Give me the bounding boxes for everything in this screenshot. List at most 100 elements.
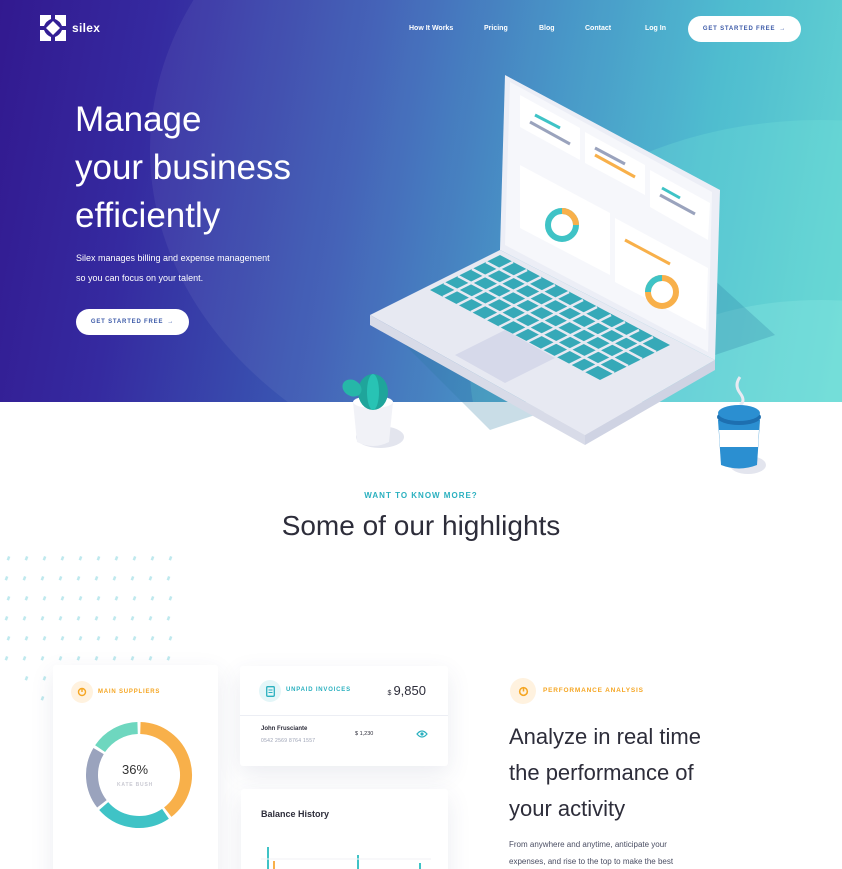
- nav-link-contact[interactable]: Contact: [585, 25, 611, 32]
- pattern-dot: [94, 616, 99, 621]
- pattern-dot: [22, 616, 27, 621]
- pattern-dot: [58, 616, 63, 621]
- main-suppliers-card[interactable]: MAIN SUPPLIERS 36% KATE BUSH: [53, 665, 218, 869]
- nav-cta-label: GET STARTED FREE: [702, 26, 776, 32]
- pattern-dot: [6, 556, 11, 561]
- highlights-title: Some of our highlights: [281, 510, 561, 541]
- pattern-dot: [168, 556, 173, 561]
- pattern-dot: [4, 656, 9, 661]
- pattern-dot: [22, 576, 27, 581]
- pattern-dot: [166, 616, 171, 621]
- pattern-dot: [42, 676, 47, 681]
- balance-bar: [357, 855, 359, 869]
- nav-link-blog[interactable]: Blog: [539, 25, 555, 32]
- nav-link-how-it-works[interactable]: How It Works: [409, 25, 453, 32]
- pie-chart-icon: [510, 678, 536, 704]
- pattern-dot: [6, 636, 11, 641]
- pattern-dot: [150, 556, 155, 561]
- balance-bar: [419, 863, 421, 869]
- performance-description-line: expenses, and rise to the top to make th…: [509, 857, 674, 866]
- pattern-dot: [150, 636, 155, 641]
- pattern-dot: [22, 656, 27, 661]
- pattern-dot: [78, 636, 83, 641]
- performance-description: From anywhere and anytime, anticipate yo…: [509, 836, 719, 869]
- pattern-dot: [4, 576, 9, 581]
- pattern-dot: [150, 596, 155, 601]
- pattern-dot: [60, 556, 65, 561]
- pattern-dot: [24, 556, 29, 561]
- pattern-dot: [96, 556, 101, 561]
- eye-icon[interactable]: [416, 729, 428, 739]
- main-suppliers-label: MAIN SUPPLIERS: [98, 689, 161, 695]
- brand-logo[interactable]: silex: [40, 15, 100, 41]
- pattern-dot: [40, 656, 45, 661]
- hero-title-line: efficiently: [75, 196, 221, 235]
- pattern-dot: [168, 636, 173, 641]
- pattern-dot: [130, 576, 135, 581]
- pattern-dot: [96, 596, 101, 601]
- performance-title-line: your activity: [509, 796, 626, 821]
- pattern-dot: [42, 556, 47, 561]
- nav-link-pricing[interactable]: Pricing: [484, 25, 508, 32]
- invoice-client-phone: 0542 2569 8764 1557: [261, 738, 316, 744]
- donut-percent: 36%: [121, 762, 149, 777]
- pattern-dot: [168, 596, 173, 601]
- hero-subtitle-line: Silex manages billing and expense manage…: [76, 253, 270, 263]
- pattern-dot: [148, 616, 153, 621]
- hero-cta-label: GET STARTED FREE: [90, 319, 164, 325]
- balance-history-card[interactable]: Balance History: [241, 789, 448, 869]
- arrow-right-icon: →: [167, 319, 175, 325]
- balance-history-chart: [261, 847, 431, 869]
- pattern-dot: [94, 656, 99, 661]
- pattern-dot: [132, 636, 137, 641]
- pattern-dot: [24, 596, 29, 601]
- highlights-eyebrow: WANT TO KNOW MORE?: [364, 491, 478, 500]
- pie-chart-icon: [71, 681, 93, 703]
- pattern-dot: [114, 636, 119, 641]
- nav-link-log-in[interactable]: Log In: [645, 25, 666, 32]
- divider: [240, 715, 448, 716]
- donut-segment: [95, 722, 139, 753]
- balance-history-title: Balance History: [261, 809, 330, 819]
- pattern-dot: [42, 636, 47, 641]
- pattern-dot: [40, 696, 45, 701]
- pattern-dot: [166, 656, 171, 661]
- hero-title-line: your business: [75, 148, 291, 187]
- pattern-dot: [166, 576, 171, 581]
- brand-name: silex: [72, 21, 101, 35]
- hero-title-line: Manage: [75, 100, 202, 139]
- performance-title: Analyze in real time the performance of …: [509, 719, 749, 827]
- amount-value: 9,850: [393, 683, 426, 698]
- pattern-dot: [148, 576, 153, 581]
- hero-get-started-button[interactable]: GET STARTED FREE →: [76, 309, 189, 335]
- pattern-dot: [6, 596, 11, 601]
- balance-bar: [267, 847, 269, 869]
- pattern-dot: [76, 616, 81, 621]
- performance-analysis-label: PERFORMANCE ANALYSIS: [543, 687, 644, 694]
- pattern-dot: [78, 596, 83, 601]
- pattern-dot: [76, 656, 81, 661]
- donut-segment: [86, 747, 107, 808]
- pattern-dot: [114, 596, 119, 601]
- coffee-cup-illustration: [717, 376, 766, 474]
- pattern-dot: [132, 556, 137, 561]
- unpaid-invoices-card[interactable]: UNPAID INVOICES $9,850 John Frusciante 0…: [240, 666, 448, 766]
- performance-title-line: the performance of: [509, 760, 694, 785]
- balance-bar: [273, 861, 275, 869]
- pattern-dot: [60, 596, 65, 601]
- pattern-dot: [112, 616, 117, 621]
- silex-logo-icon: [40, 15, 66, 41]
- performance-description-line: From anywhere and anytime, anticipate yo…: [509, 840, 667, 849]
- pattern-dot: [132, 596, 137, 601]
- pattern-dot: [76, 576, 81, 581]
- pattern-dot: [24, 636, 29, 641]
- donut-supplier-name: KATE BUSH: [117, 782, 153, 788]
- pattern-dot: [114, 556, 119, 561]
- hero-title: Manage your business efficiently: [75, 96, 375, 240]
- pattern-dot: [60, 636, 65, 641]
- unpaid-invoices-amount: $9,850: [388, 683, 426, 698]
- nav-get-started-button[interactable]: GET STARTED FREE →: [688, 16, 801, 42]
- pattern-dot: [4, 616, 9, 621]
- performance-title-line: Analyze in real time: [509, 724, 701, 749]
- pattern-dot: [42, 596, 47, 601]
